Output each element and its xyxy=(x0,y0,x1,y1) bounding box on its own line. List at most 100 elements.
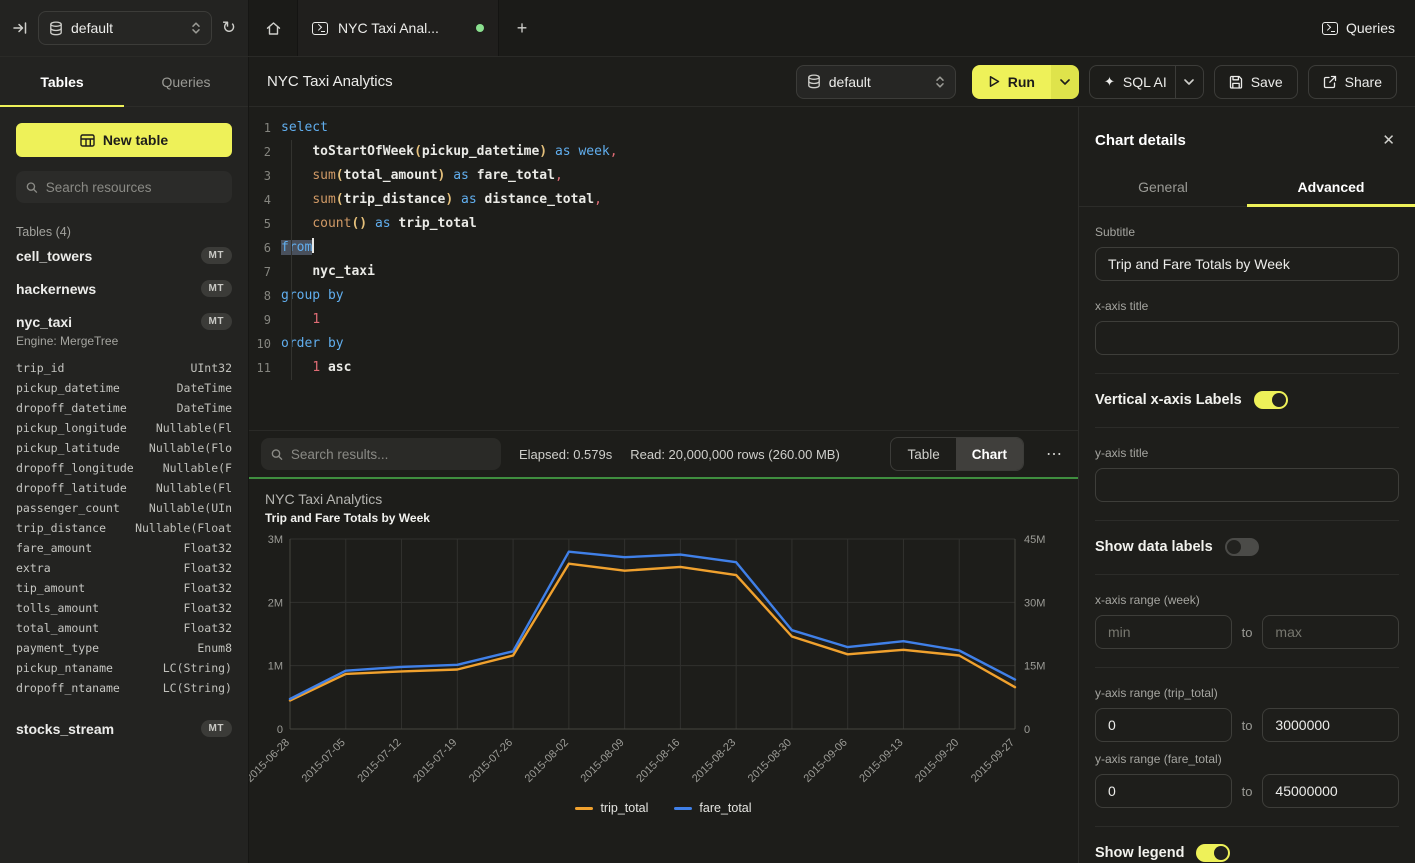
column-row: pickup_longitudeNullable(Fl xyxy=(16,418,232,438)
updown-chevron-icon xyxy=(191,21,201,35)
y-range-trip-max-input[interactable] xyxy=(1262,708,1399,742)
code-line: 5 count() as trip_total xyxy=(249,212,1078,236)
divider xyxy=(1095,427,1399,428)
toggle-knob xyxy=(1227,540,1241,554)
chart-panel: NYC Taxi Analytics Trip and Fare Totals … xyxy=(249,477,1078,863)
line-number: 2 xyxy=(249,140,271,164)
line-number: 9 xyxy=(249,308,271,332)
legend-item-trip_total[interactable]: trip_total xyxy=(575,801,648,815)
updown-chevron-icon xyxy=(935,75,945,89)
svg-text:2015-06-28: 2015-06-28 xyxy=(249,737,292,785)
line-number: 3 xyxy=(249,164,271,188)
line-number: 8 xyxy=(249,284,271,308)
home-button[interactable] xyxy=(249,0,297,56)
column-row: extraFloat32 xyxy=(16,558,232,578)
sql-ai-chevron[interactable] xyxy=(1175,66,1203,98)
database-selector[interactable]: default xyxy=(38,11,212,45)
y-range-trip-min-input[interactable] xyxy=(1095,708,1232,742)
sql-editor[interactable]: 1select2 toStartOfWeek(pickup_datetime) … xyxy=(249,107,1078,430)
tab-title: NYC Taxi Anal... xyxy=(338,20,466,36)
show-legend-toggle[interactable] xyxy=(1196,844,1230,862)
view-toggle-chart[interactable]: Chart xyxy=(956,438,1023,470)
panel-tab-advanced[interactable]: Advanced xyxy=(1247,167,1415,206)
save-label: Save xyxy=(1251,74,1283,90)
line-number: 11 xyxy=(249,356,271,380)
column-row: tip_amountFloat32 xyxy=(16,578,232,598)
svg-text:2015-08-30: 2015-08-30 xyxy=(746,737,794,785)
editor-tab-strip: NYC Taxi Anal... + Queries xyxy=(249,0,1415,56)
run-button-group: Run xyxy=(972,65,1079,99)
line-number: 6 xyxy=(249,236,271,260)
x-axis-title-input[interactable] xyxy=(1095,321,1399,355)
results-toolbar: Elapsed: 0.579s Read: 20,000,000 rows (2… xyxy=(249,430,1078,477)
column-row: total_amountFloat32 xyxy=(16,618,232,638)
search-results-input[interactable] xyxy=(291,447,491,462)
legend-label: fare_total xyxy=(699,801,751,815)
close-icon[interactable]: ✕ xyxy=(1382,131,1395,149)
svg-text:2015-07-19: 2015-07-19 xyxy=(411,737,459,785)
indent-guide xyxy=(291,140,292,380)
subtitle-input[interactable] xyxy=(1095,247,1399,281)
collapse-sidebar-icon[interactable] xyxy=(12,20,28,36)
column-row: fare_amountFloat32 xyxy=(16,538,232,558)
refresh-icon[interactable]: ↻ xyxy=(222,18,236,38)
search-icon xyxy=(271,448,283,461)
y-range-fare-max-input[interactable] xyxy=(1262,774,1399,808)
resource-search xyxy=(16,171,232,203)
top-bar-left: default ↻ xyxy=(0,0,249,56)
table-name: hackernews xyxy=(16,281,96,297)
code-line: 10order by xyxy=(249,332,1078,356)
table-name: cell_towers xyxy=(16,248,92,264)
new-tab-button[interactable]: + xyxy=(499,0,545,56)
view-toggle-table[interactable]: Table xyxy=(891,438,955,470)
svg-text:2015-08-23: 2015-08-23 xyxy=(690,737,738,785)
new-table-label: New table xyxy=(103,132,168,148)
column-row: pickup_latitudeNullable(Flo xyxy=(16,438,232,458)
y-range-fare-min-input[interactable] xyxy=(1095,774,1232,808)
svg-text:2015-09-13: 2015-09-13 xyxy=(857,737,905,785)
y-axis-title-input[interactable] xyxy=(1095,468,1399,502)
svg-text:2M: 2M xyxy=(268,597,283,609)
view-toggle: Table Chart xyxy=(890,437,1024,471)
panel-tab-general[interactable]: General xyxy=(1079,167,1247,206)
column-row: payment_typeEnum8 xyxy=(16,638,232,658)
queries-button[interactable]: Queries xyxy=(1322,20,1395,36)
search-resources-input[interactable] xyxy=(46,180,222,195)
y-axis-title-label: y-axis title xyxy=(1095,446,1399,460)
sql-ai-button[interactable]: ✦ SQL AI xyxy=(1089,65,1204,99)
run-button[interactable]: Run xyxy=(972,65,1051,99)
sidebar: Tables Queries New table Tables (4) cell… xyxy=(0,57,249,863)
tab-nyc-taxi-analytics[interactable]: NYC Taxi Anal... xyxy=(297,0,499,56)
play-icon xyxy=(988,75,1000,88)
table-item-hackernews[interactable]: hackernewsMT xyxy=(16,272,232,305)
sidebar-tab-tables[interactable]: Tables xyxy=(0,57,124,106)
code-line: 7 nyc_taxi xyxy=(249,260,1078,284)
legend-item-fare_total[interactable]: fare_total xyxy=(674,801,751,815)
x-range-max-input[interactable] xyxy=(1262,615,1399,649)
new-table-button[interactable]: New table xyxy=(16,123,232,157)
code-line: 4 sum(trip_distance) as distance_total, xyxy=(249,188,1078,212)
x-range-min-input[interactable] xyxy=(1095,615,1232,649)
column-row: trip_idUInt32 xyxy=(16,358,232,378)
search-icon xyxy=(26,181,38,194)
table-item-cell_towers[interactable]: cell_towersMT xyxy=(16,239,232,272)
engine-badge: MT xyxy=(201,313,232,330)
overflow-menu-icon[interactable]: ⋯ xyxy=(1042,444,1066,464)
sidebar-tab-queries[interactable]: Queries xyxy=(124,57,248,106)
svg-text:2015-07-26: 2015-07-26 xyxy=(467,737,515,785)
data-labels-label: Show data labels xyxy=(1095,539,1213,555)
share-button[interactable]: Share xyxy=(1308,65,1397,99)
x-range-label: x-axis range (week) xyxy=(1095,593,1399,607)
vertical-labels-toggle[interactable] xyxy=(1254,391,1288,409)
svg-text:2015-08-02: 2015-08-02 xyxy=(523,737,571,785)
query-tab-icon xyxy=(312,22,328,35)
run-options-chevron[interactable] xyxy=(1051,65,1079,99)
column-row: passenger_countNullable(UIn xyxy=(16,498,232,518)
toolbar-database-selector[interactable]: default xyxy=(796,65,956,99)
column-row: pickup_ntanameLC(String) xyxy=(16,658,232,678)
table-item-stocks_stream[interactable]: stocks_streamMT xyxy=(16,712,232,745)
code-line: 11 1 asc xyxy=(249,356,1078,380)
results-search xyxy=(261,438,501,470)
data-labels-toggle[interactable] xyxy=(1225,538,1259,556)
save-button[interactable]: Save xyxy=(1214,65,1298,99)
